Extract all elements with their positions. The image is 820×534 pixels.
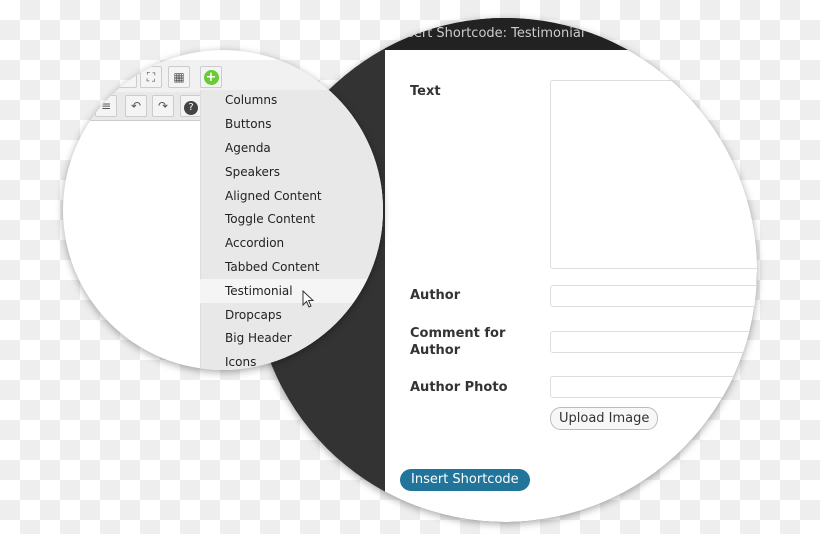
menu-item-accordion[interactable]: Accordion: [225, 231, 284, 255]
menu-item-icons[interactable]: Icons: [225, 350, 256, 370]
upload-image-button[interactable]: Upload Image: [550, 407, 659, 430]
help-icon[interactable]: ?: [180, 95, 202, 117]
comment-label: Comment for Author: [410, 326, 506, 358]
add-shortcode-icon[interactable]: +: [200, 66, 222, 88]
author-label: Author: [410, 288, 461, 303]
menu-item-testimonial[interactable]: Testimonial: [225, 279, 293, 303]
dialog-titlebar: Insert Shortcode: Testimonial: [385, 18, 757, 50]
misc-button[interactable]: [115, 66, 137, 88]
menu-item-aligned-content[interactable]: Aligned Content: [225, 184, 322, 208]
dialog-title: Insert Shortcode: Testimonial: [395, 26, 585, 41]
editor-magnifier: ⛶ ▦ + ≡ ↶ ↷ ? Columns Buttons Agenda Spe…: [63, 50, 383, 370]
text-textarea[interactable]: [550, 80, 757, 269]
shortcode-menu-items: Columns Buttons Agenda Speakers Aligned …: [200, 88, 383, 370]
kitchen-sink-icon[interactable]: ▦: [168, 66, 190, 88]
menu-item-tabbed-content[interactable]: Tabbed Content: [225, 255, 319, 279]
menu-item-buttons[interactable]: Buttons: [225, 112, 271, 136]
menu-item-columns[interactable]: Columns: [225, 88, 277, 112]
menu-item-speakers[interactable]: Speakers: [225, 160, 280, 184]
author-photo-label: Author Photo: [410, 380, 508, 395]
undo-icon[interactable]: ↶: [125, 95, 147, 117]
cursor-arrow-icon: [302, 290, 315, 308]
fullscreen-icon[interactable]: ⛶: [140, 66, 162, 88]
comment-input[interactable]: [550, 331, 757, 353]
menu-item-agenda[interactable]: Agenda: [225, 136, 271, 160]
text-label: Text: [410, 84, 441, 99]
menu-item-big-header[interactable]: Big Header: [225, 326, 292, 350]
author-input[interactable]: [550, 285, 757, 307]
menu-item-toggle-content[interactable]: Toggle Content: [225, 207, 315, 231]
indent-icon[interactable]: ≡: [95, 95, 117, 117]
insert-shortcode-button[interactable]: Insert Shortcode: [400, 469, 530, 491]
redo-icon[interactable]: ↷: [152, 95, 174, 117]
author-photo-input[interactable]: [550, 376, 757, 398]
menu-item-dropcaps[interactable]: Dropcaps: [225, 303, 282, 327]
